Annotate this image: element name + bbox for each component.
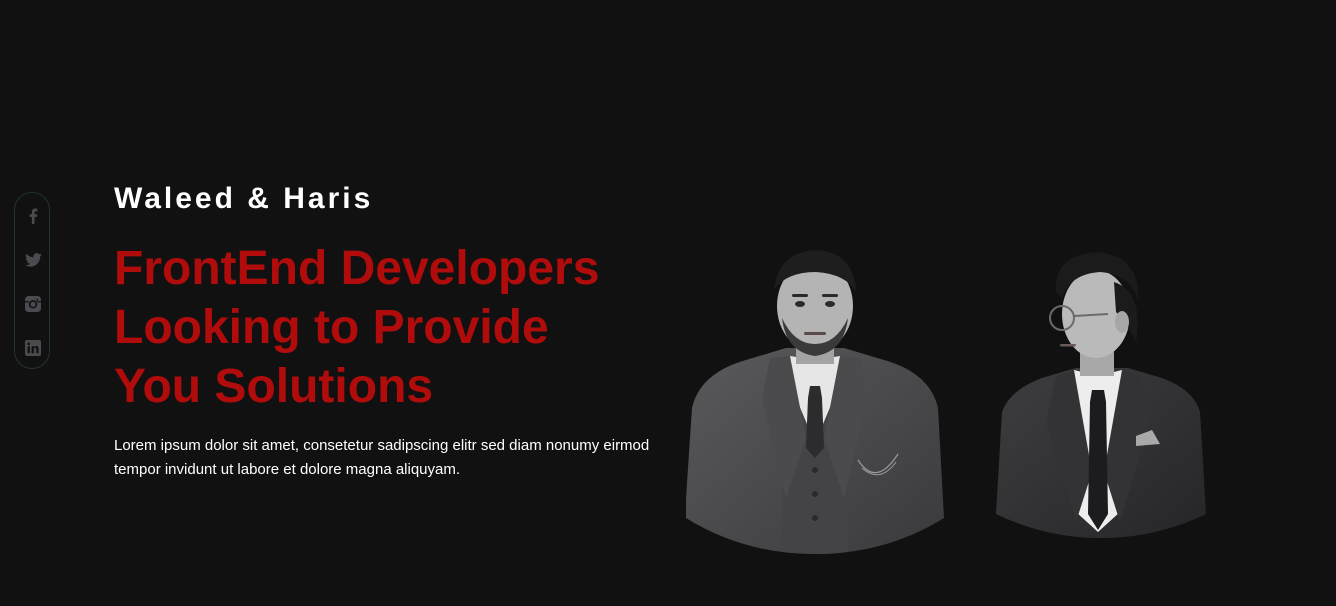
person-1-portrait [686,248,944,554]
hero-names: Waleed & Haris [114,182,374,215]
hero-title-line: Looking to Provide [114,301,549,354]
linkedin-icon[interactable] [24,339,42,357]
instagram-icon[interactable] [24,295,42,313]
twitter-icon[interactable] [24,251,42,269]
hero-title-line: You Solutions [114,360,434,413]
facebook-icon[interactable] [24,207,42,225]
social-links-rail [14,192,50,369]
hero-title: FrontEnd Developers Looking to Provide Y… [114,239,674,416]
hero-title-line: FrontEnd Developers [114,242,600,295]
hero-description: Lorem ipsum dolor sit amet, consetetur s… [114,437,650,478]
person-2-portrait [996,252,1206,538]
hero-page: Waleed & Haris FrontEnd Developers Looki… [0,0,1336,606]
